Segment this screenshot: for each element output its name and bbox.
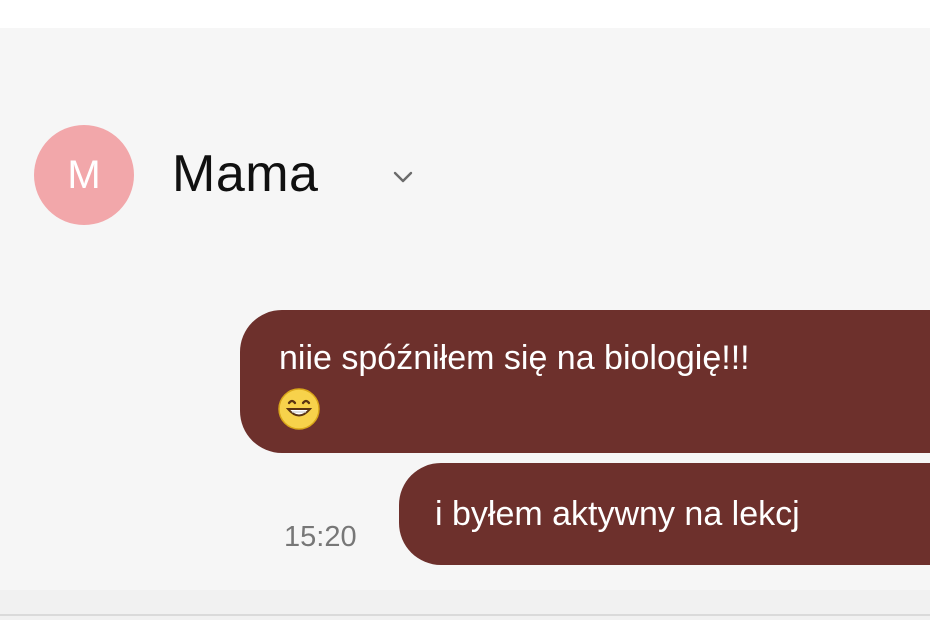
message-list: niie spóźniłem się na biologię!!! i byłe… bbox=[0, 300, 930, 600]
top-bar bbox=[0, 0, 930, 28]
grinning-face-icon bbox=[278, 388, 320, 430]
contact-name[interactable]: Mama bbox=[172, 145, 318, 205]
message-timestamp: 15:20 bbox=[284, 521, 357, 553]
message-text: i byłem aktywny na lekcj bbox=[435, 495, 800, 533]
conversation-header: M Mama bbox=[0, 115, 930, 235]
chat-screen: M Mama niie spóźniłem się na biologię!!!… bbox=[0, 0, 930, 620]
message-bubble[interactable]: niie spóźniłem się na biologię!!! bbox=[240, 310, 930, 453]
chevron-down-icon[interactable] bbox=[389, 163, 417, 191]
message-bubble[interactable]: i byłem aktywny na lekcj bbox=[399, 463, 930, 565]
avatar-letter: M bbox=[67, 153, 101, 197]
message-text: niie spóźniłem się na biologię!!! bbox=[279, 339, 750, 377]
avatar[interactable]: M bbox=[34, 125, 134, 225]
divider bbox=[0, 614, 930, 616]
